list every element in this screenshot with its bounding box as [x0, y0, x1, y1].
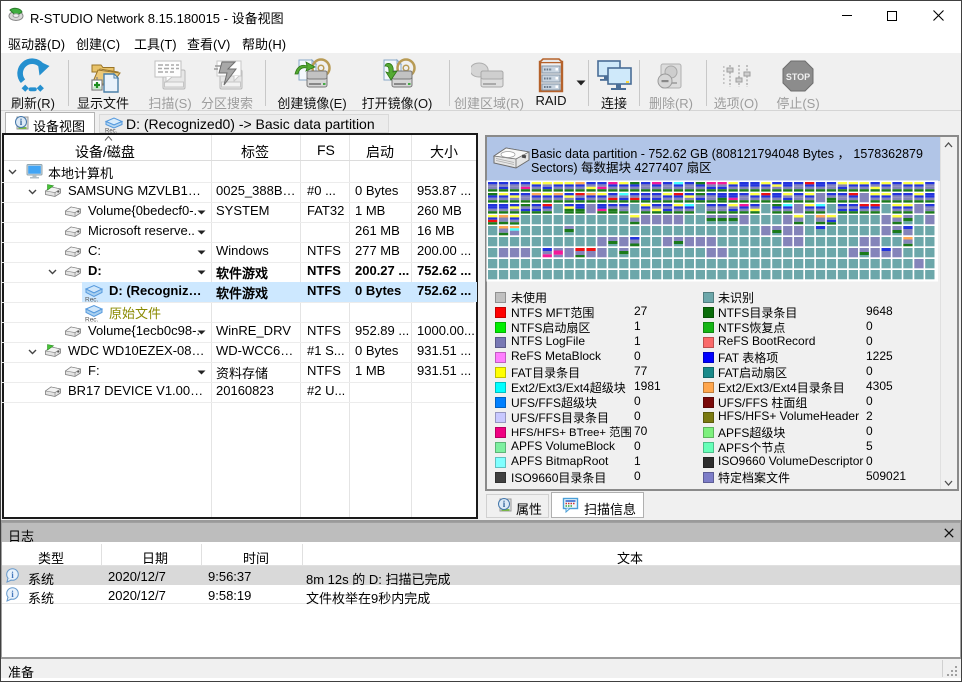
- svg-text:STOP: STOP: [786, 72, 810, 82]
